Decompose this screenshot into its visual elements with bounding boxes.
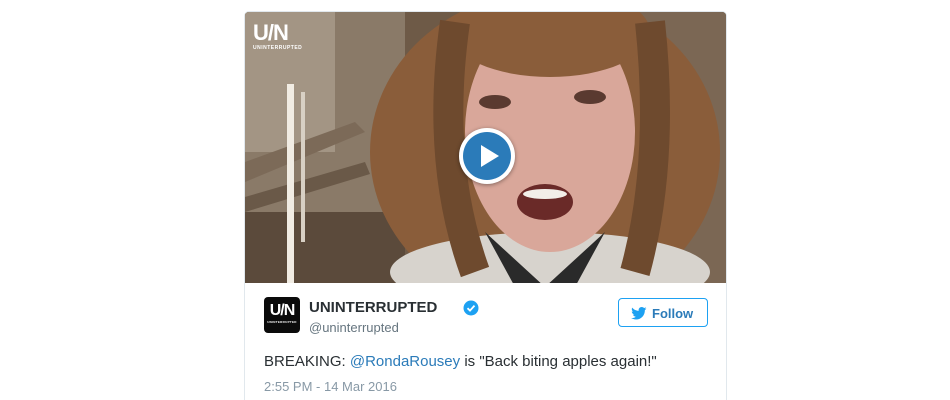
embedded-tweet-card: U/N UNINTERRUPTED U/N UNINTERRUPTED UNIN… [244, 11, 727, 400]
user-display-name[interactable]: UNINTERRUPTED [309, 299, 437, 316]
verified-badge-icon [463, 300, 479, 316]
follow-button-label: Follow [652, 306, 694, 321]
avatar-logo-subtext: UNINTERRUPTED [267, 320, 297, 324]
mention-link[interactable]: @RondaRousey [350, 353, 460, 370]
tweet-header: U/N UNINTERRUPTED UNINTERRUPTED @uninter… [264, 297, 709, 337]
play-icon[interactable] [463, 132, 511, 180]
user-handle[interactable]: @uninterrupted [309, 320, 399, 335]
watermark-logo-text: U/N [253, 20, 289, 45]
watermark-logo: U/N UNINTERRUPTED [253, 20, 303, 52]
tweet-timestamp[interactable]: 2:55 PM - 14 Mar 2016 [264, 379, 397, 394]
tweet-text: BREAKING: @RondaRousey is "Back biting a… [264, 353, 657, 370]
tweet-text-suffix: is "Back biting apples again!" [460, 353, 657, 370]
tweet-text-prefix: BREAKING: [264, 353, 350, 370]
follow-button[interactable]: Follow [618, 298, 708, 327]
watermark-logo-subtext: UNINTERRUPTED [253, 45, 303, 51]
avatar[interactable]: U/N UNINTERRUPTED [264, 297, 300, 333]
video-thumbnail[interactable]: U/N UNINTERRUPTED [245, 12, 726, 283]
twitter-bird-icon [631, 307, 647, 320]
avatar-logo-text: U/N [269, 302, 296, 319]
play-button[interactable] [459, 128, 515, 184]
